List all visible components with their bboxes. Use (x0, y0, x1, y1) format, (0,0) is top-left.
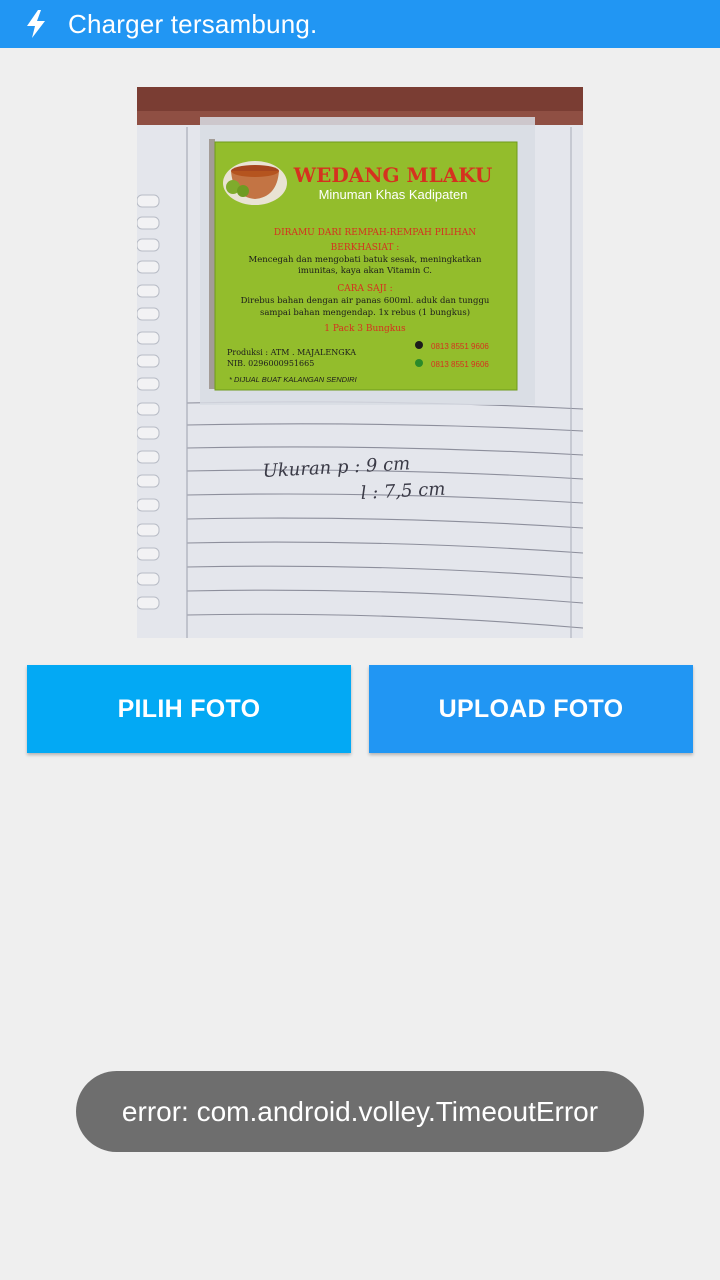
photo-handwriting-line2: l : 7,5 cm (360, 479, 446, 504)
status-bar: Charger tersambung. (0, 0, 720, 48)
upload-photo-button[interactable]: UPLOAD FOTO (369, 665, 693, 753)
action-buttons: PILIH FOTO UPLOAD FOTO (27, 665, 693, 753)
photo-howto-heading: CARA SAJI : (337, 284, 392, 294)
photo-benefit-heading: BERKHASIAT : (331, 243, 400, 253)
lightning-bolt-icon (27, 10, 45, 38)
selected-photo: WEDANG MLAKU Minuman Khas Kadipaten DIRA… (137, 87, 583, 638)
photo-benefit-line1: Mencegah dan mengobati batuk sesak, meni… (249, 255, 483, 265)
photo-pack: 1 Pack 3 Bungkus (324, 324, 406, 334)
photo-phone1: 0813 8551 9606 (431, 342, 489, 351)
status-text: Charger tersambung. (68, 8, 318, 39)
photo-producer: Produksi : ATM . MAJALENGKA (227, 348, 356, 357)
error-toast: error: com.android.volley.TimeoutError (76, 1071, 644, 1152)
photo-howto-line2: sampai bahan mengendap. 1x rebus (1 bung… (260, 307, 470, 318)
photo-howto-line1: Direbus bahan dengan air panas 600ml. ad… (241, 296, 490, 306)
photo-benefit-line2: imunitas, kaya akan Vitamin C. (298, 266, 432, 276)
photo-note: * DIJUAL BUAT KALANGAN SENDIRI (229, 375, 357, 384)
photo-tagline: DIRAMU DARI REMPAH-REMPAH PILIHAN (274, 228, 476, 238)
pick-photo-button[interactable]: PILIH FOTO (27, 665, 351, 753)
photo-brand: WEDANG MLAKU (293, 163, 493, 187)
photo-subtitle: Minuman Khas Kadipaten (319, 187, 468, 202)
photo-phone2: 0813 8551 9606 (431, 360, 489, 369)
photo-nib: NIB. 0296000951665 (227, 359, 314, 368)
